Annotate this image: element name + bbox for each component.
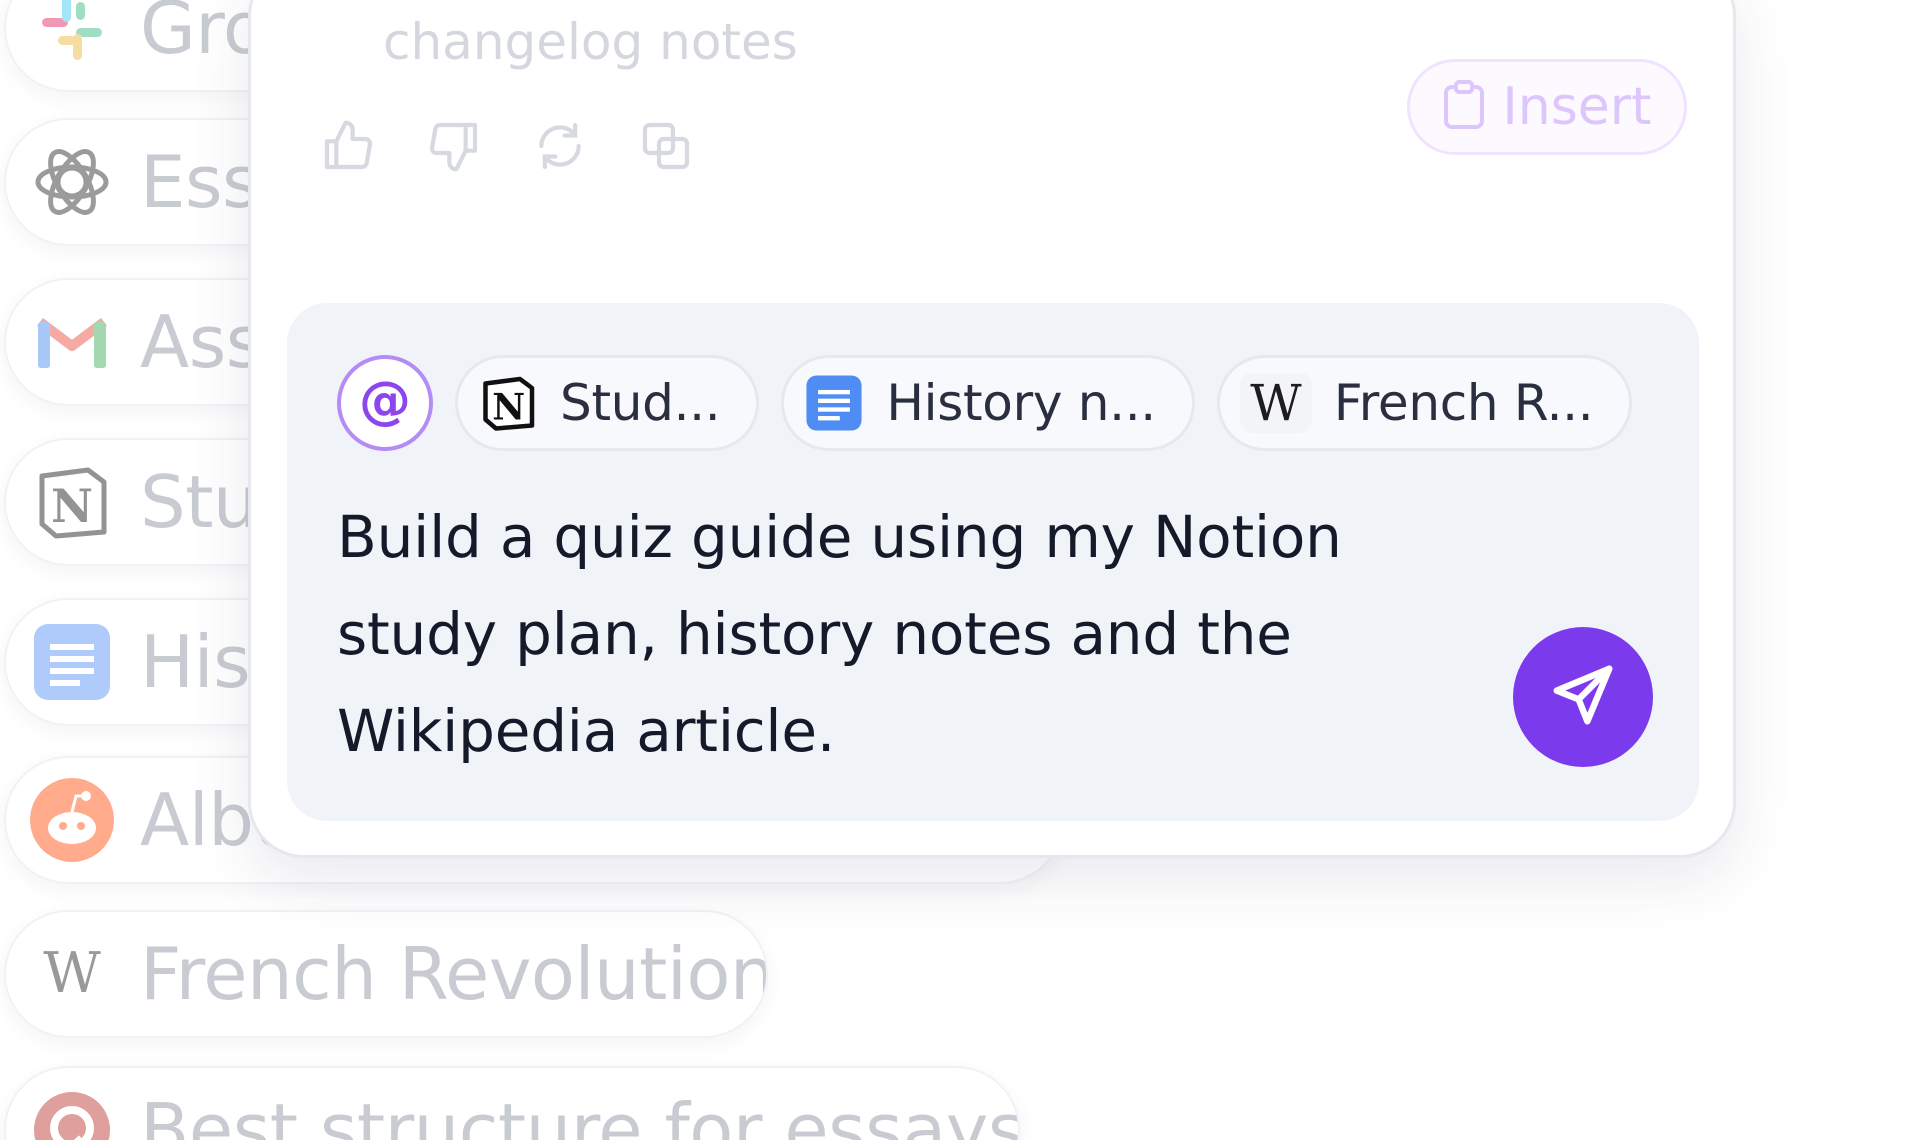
wikipedia-icon: W	[43, 941, 101, 1006]
chip-label: French R...	[1333, 374, 1594, 432]
wikipedia-icon: W	[1239, 373, 1312, 433]
regenerate-icon[interactable]	[529, 115, 591, 177]
chip-label: History n...	[886, 374, 1156, 432]
at-icon: @	[359, 371, 411, 431]
openai-icon	[26, 136, 118, 228]
insert-button-label: Insert	[1502, 77, 1652, 137]
list-item-label: French Revolution	[140, 932, 768, 1016]
send-button[interactable]	[1513, 627, 1653, 767]
context-chip-wikipedia[interactable]: W French R...	[1216, 355, 1633, 451]
send-icon	[1548, 660, 1618, 734]
slack-icon	[26, 0, 118, 74]
message-composer: @ N Stud... History n... W French R... B…	[287, 303, 1699, 821]
copy-icon[interactable]	[635, 115, 697, 177]
svg-text:N: N	[51, 479, 93, 533]
context-chip-notion[interactable]: N Stud...	[455, 355, 760, 451]
insert-button[interactable]: Insert	[1407, 59, 1687, 155]
list-item-label: Best structure for essays	[140, 1088, 1020, 1140]
google-docs-icon	[804, 373, 864, 433]
thumbs-down-icon[interactable]	[423, 115, 485, 177]
list-item[interactable]: Best structure for essays	[4, 1066, 1020, 1140]
previous-response-text: changelog notes	[383, 13, 798, 71]
reddit-icon	[26, 774, 118, 866]
google-docs-icon	[26, 616, 118, 708]
chip-label: Stud...	[560, 374, 721, 432]
gmail-icon	[26, 296, 118, 388]
thumbs-up-icon[interactable]	[317, 115, 379, 177]
assistant-card: changelog notes Insert @ N Stud... Histo…	[248, 0, 1736, 858]
context-chips: @ N Stud... History n... W French R...	[337, 355, 1633, 451]
clipboard-icon	[1442, 79, 1486, 135]
quora-icon	[26, 1084, 118, 1140]
prompt-input[interactable]: Build a quiz guide using my Notion study…	[337, 489, 1357, 780]
notion-icon: N	[26, 456, 118, 548]
response-actions	[317, 115, 697, 177]
mention-button[interactable]: @	[337, 355, 433, 451]
notion-icon: N	[478, 373, 538, 433]
context-chip-docs[interactable]: History n...	[781, 355, 1195, 451]
svg-text:N: N	[492, 387, 525, 429]
list-item[interactable]: W French Revolution	[4, 910, 768, 1038]
